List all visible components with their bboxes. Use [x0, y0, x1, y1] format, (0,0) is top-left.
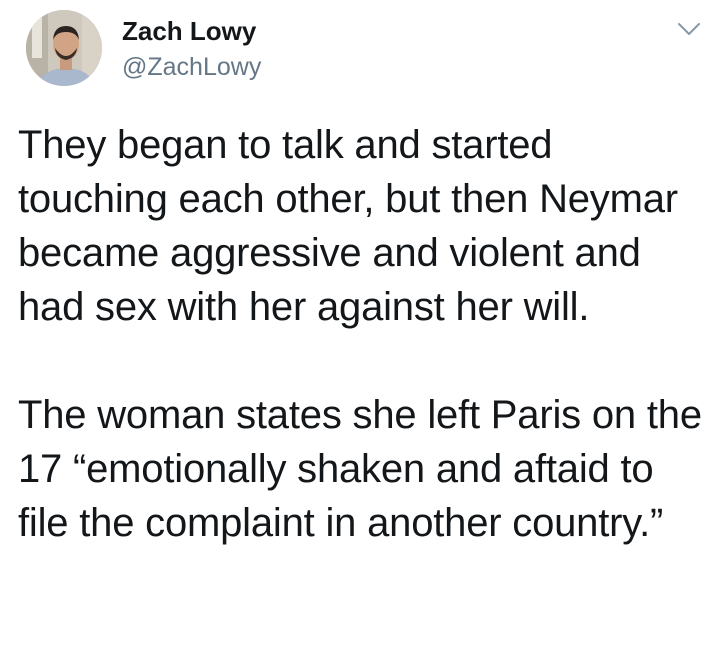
avatar[interactable]	[26, 10, 102, 86]
user-avatar-icon	[26, 10, 102, 86]
tweet-paragraph: They began to talk and started touching …	[18, 123, 678, 329]
user-handle[interactable]: @ZachLowy	[122, 51, 261, 83]
display-name[interactable]: Zach Lowy	[122, 15, 261, 47]
tweet-header: Zach Lowy @ZachLowy	[26, 10, 706, 92]
chevron-down-icon[interactable]	[676, 16, 702, 42]
tweet-card: Zach Lowy @ZachLowy They began to talk a…	[0, 0, 720, 665]
user-names: Zach Lowy @ZachLowy	[122, 15, 261, 83]
tweet-text: They began to talk and started touching …	[18, 118, 708, 550]
tweet-paragraph: The woman states she left Paris on the 1…	[18, 393, 702, 545]
